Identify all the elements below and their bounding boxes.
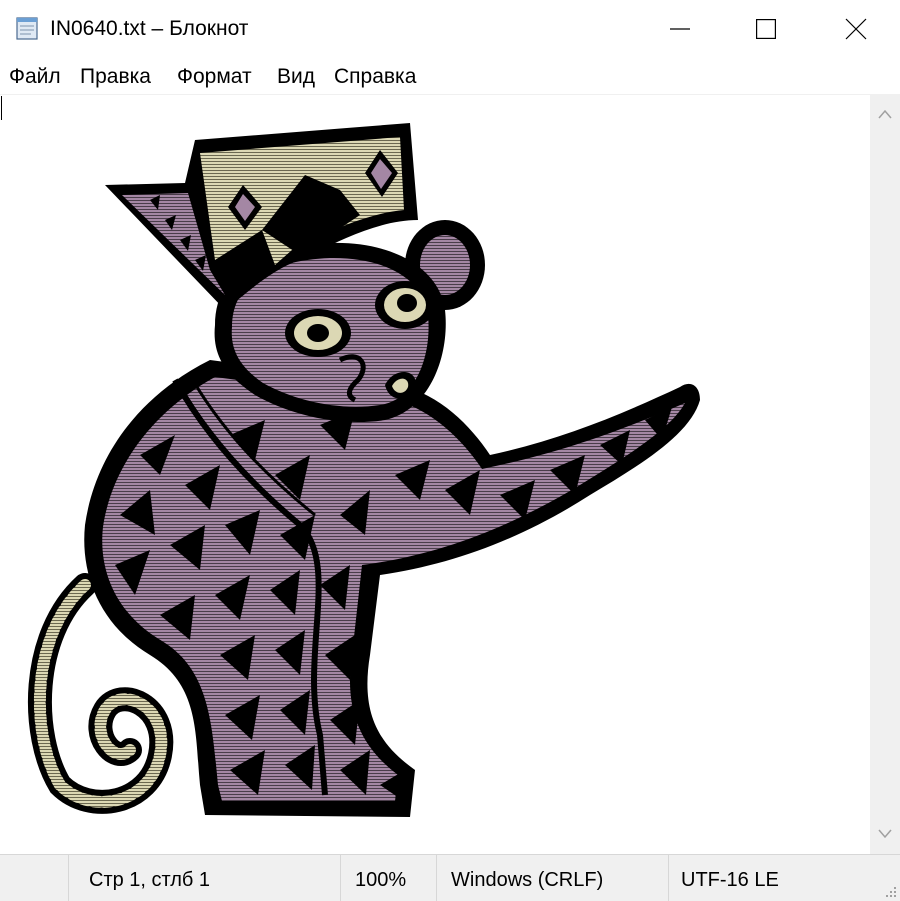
menu-edit[interactable]: Правка [79, 64, 152, 90]
menu-format[interactable]: Формат [176, 64, 253, 90]
text-caret [1, 96, 2, 120]
minimize-button[interactable] [634, 0, 726, 58]
maximize-icon [756, 19, 776, 39]
title-bar[interactable]: IN0640.txt – Блокнот [0, 0, 900, 58]
status-position-cell: Стр 1, стлб 1 [68, 855, 340, 901]
status-bar: Стр 1, стлб 1 100% Windows (CRLF) UTF-16… [0, 854, 900, 901]
status-encoding: UTF-16 LE [681, 869, 779, 891]
scroll-down-button[interactable] [870, 814, 900, 854]
minimize-icon [670, 28, 690, 30]
text-editor[interactable] [0, 94, 870, 855]
menu-help[interactable]: Справка [333, 64, 417, 90]
status-zoom-cell: 100% [340, 855, 436, 901]
chevron-up-icon [878, 109, 892, 119]
status-line-ending-cell: Windows (CRLF) [436, 855, 668, 901]
chevron-down-icon [878, 829, 892, 839]
scroll-up-button[interactable] [870, 94, 900, 134]
status-encoding-cell: UTF-16 LE [668, 855, 900, 901]
close-button[interactable] [810, 0, 900, 58]
maximize-button[interactable] [720, 0, 812, 58]
ascii-art-monkey [27, 123, 700, 817]
menu-bar: Файл Правка Формат Вид Справка [0, 60, 900, 94]
close-icon [845, 18, 867, 40]
menu-view[interactable]: Вид [276, 64, 316, 90]
vertical-scrollbar[interactable] [870, 94, 900, 854]
resize-grip-icon[interactable] [883, 884, 897, 898]
menu-file[interactable]: Файл [8, 64, 62, 90]
notepad-icon [14, 15, 42, 41]
status-position: Стр 1, стлб 1 [89, 869, 211, 891]
status-line-ending: Windows (CRLF) [451, 869, 604, 891]
window-title: IN0640.txt – Блокнот [50, 17, 249, 40]
monkey-body [84, 360, 700, 817]
notepad-window: IN0640.txt – Блокнот Файл Правка Формат … [0, 0, 900, 901]
status-zoom: 100% [355, 869, 407, 891]
